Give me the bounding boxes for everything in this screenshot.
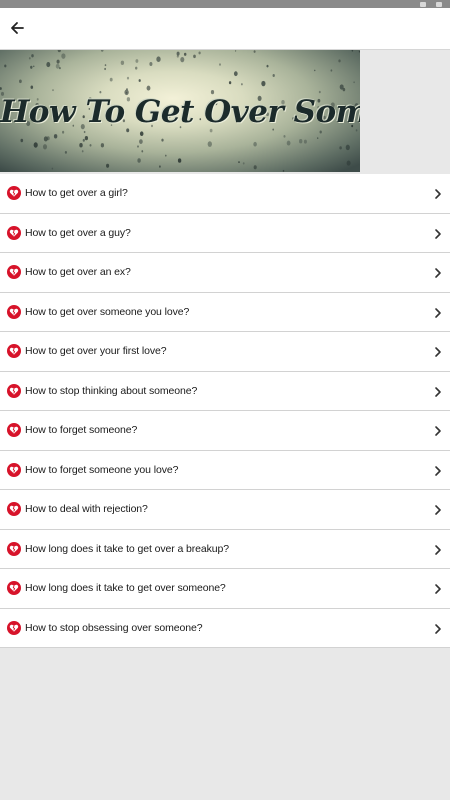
chevron-right-icon: [434, 385, 442, 397]
list-item-label: How to stop thinking about someone?: [25, 384, 198, 397]
list-item-label: How to deal with rejection?: [25, 503, 148, 516]
banner-title: How To Get Over Someone: [0, 94, 360, 130]
banner-image: How To Get Over Someone: [0, 50, 360, 172]
broken-heart-icon: [7, 344, 21, 359]
list-item-label: How to get over someone you love?: [25, 305, 190, 318]
back-arrow-icon: [11, 22, 24, 34]
chevron-right-icon: [434, 582, 442, 595]
list-item-label: How to get over a guy?: [25, 226, 131, 239]
list-item-label: How long does it take to get over someon…: [25, 582, 226, 595]
broken-heart-icon: [7, 462, 21, 477]
topic-list: How to get over a girl? How to get over a…: [0, 174, 450, 648]
list-item[interactable]: How to stop obsessing over someone?: [0, 608, 450, 648]
broken-heart-icon: [7, 265, 21, 280]
list-item-label: How to forget someone you love?: [25, 463, 179, 476]
list-item[interactable]: How to get over an ex?: [0, 253, 450, 293]
broken-heart-icon: [7, 383, 21, 398]
list-item-label: How to get over an ex?: [25, 266, 131, 279]
status-icons: [420, 0, 442, 8]
list-item-label: How to get over your first love?: [25, 345, 167, 358]
list-item-label: How to get over a girl?: [25, 187, 128, 200]
chevron-right-icon: [434, 345, 442, 358]
broken-heart-icon: [7, 502, 21, 517]
list-item[interactable]: How long does it take to get over a brea…: [0, 529, 450, 569]
chevron-right-icon: [434, 622, 442, 634]
chevron-right-icon: [434, 503, 442, 516]
list-item[interactable]: How to get over your first love?: [0, 332, 450, 372]
status-bar: [0, 0, 450, 8]
list-item[interactable]: How to stop thinking about someone?: [0, 371, 450, 411]
list-item[interactable]: How to forget someone?: [0, 411, 450, 451]
broken-heart-icon: [7, 186, 21, 201]
list-item[interactable]: How to forget someone you love?: [0, 450, 450, 490]
list-item[interactable]: How to get over a girl?: [0, 174, 450, 214]
broken-heart-icon: [7, 620, 21, 635]
list-item-label: How long does it take to get over a brea…: [25, 542, 229, 555]
chevron-right-icon: [434, 187, 442, 200]
chevron-right-icon: [434, 306, 442, 318]
list-item[interactable]: How to get over someone you love?: [0, 292, 450, 332]
list-item[interactable]: How long does it take to get over someon…: [0, 569, 450, 609]
list-item-label: How to stop obsessing over someone?: [25, 621, 203, 634]
list-item[interactable]: How to deal with rejection?: [0, 490, 450, 530]
chevron-right-icon: [434, 227, 442, 239]
signal-icon: [420, 1, 426, 7]
app-bar: [0, 8, 450, 50]
battery-icon: [436, 1, 442, 7]
broken-heart-icon: [7, 304, 21, 319]
broken-heart-icon: [7, 541, 21, 556]
broken-heart-icon: [7, 225, 21, 240]
chevron-right-icon: [434, 543, 442, 555]
broken-heart-icon: [7, 423, 21, 438]
list-item[interactable]: How to get over a guy?: [0, 213, 450, 253]
broken-heart-icon: [7, 581, 21, 596]
chevron-right-icon: [434, 424, 442, 437]
chevron-right-icon: [434, 266, 442, 279]
chevron-right-icon: [434, 464, 442, 476]
list-item-label: How to forget someone?: [25, 424, 138, 437]
back-button[interactable]: [4, 14, 30, 42]
